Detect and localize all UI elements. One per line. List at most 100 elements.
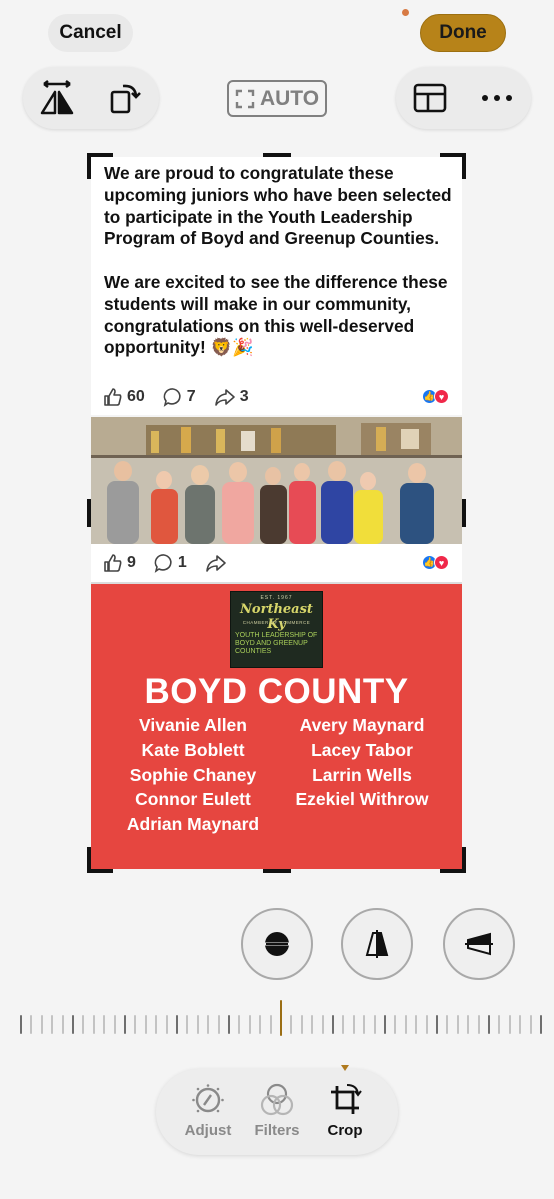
horizontal-perspective-icon — [465, 932, 493, 956]
crop-handle-right[interactable] — [462, 499, 466, 527]
dial-tick — [61, 1015, 64, 1034]
post1-comment-count: 7 — [186, 388, 196, 405]
county-title: BOYD COUNTY — [144, 672, 409, 711]
tab-filters-label: Filters — [254, 1122, 300, 1139]
dial-tick — [248, 1015, 251, 1034]
adjust-dial-icon — [192, 1084, 224, 1113]
vertical-perspective-icon — [365, 930, 389, 958]
share-icon — [214, 389, 235, 406]
dial-tick — [228, 1015, 230, 1034]
crop-rotate-icon — [331, 1084, 362, 1114]
horizontal-perspective-button[interactable] — [443, 908, 515, 980]
dial-tick — [332, 1015, 334, 1034]
dial-tick — [467, 1015, 470, 1034]
dial-tick — [217, 1015, 220, 1034]
dial-tick — [498, 1015, 501, 1034]
boyd-county-graphic: EST. 1967 Northeast Ky CHAMBER OF COMMER… — [91, 584, 462, 869]
crop-handle-top[interactable] — [263, 153, 291, 157]
dial-tick — [165, 1015, 168, 1034]
crop-handle-top-right[interactable] — [440, 153, 466, 179]
edit-mode-tabs: Adjust Filters Crop — [156, 1065, 398, 1155]
done-button[interactable]: Done — [420, 14, 506, 52]
auto-label: AUTO — [259, 86, 320, 110]
tab-adjust[interactable]: Adjust — [174, 1081, 242, 1139]
filters-icon — [260, 1083, 294, 1116]
rotation-dial[interactable] — [14, 1000, 542, 1048]
dial-tick — [394, 1015, 397, 1034]
vertical-perspective-button[interactable] — [341, 908, 413, 980]
flip-horizontal-icon[interactable] — [37, 78, 77, 118]
love-badge-icon: ♥ — [434, 389, 449, 404]
straighten-button[interactable] — [241, 908, 313, 980]
post-paragraph-1: We are proud to congratulate these upcom… — [104, 163, 452, 249]
post1-reaction-badges: 👍 ♥ — [422, 389, 449, 404]
dial-tick — [508, 1015, 511, 1034]
tab-adjust-label: Adjust — [184, 1122, 232, 1139]
tab-crop-label: Crop — [327, 1122, 363, 1139]
dial-tick — [529, 1015, 532, 1034]
auto-straighten-button[interactable]: AUTO — [227, 80, 327, 117]
crop-handle-top-left[interactable] — [87, 153, 113, 179]
chamber-logo: EST. 1967 Northeast Ky CHAMBER OF COMMER… — [230, 591, 323, 668]
love-badge-icon: ♥ — [434, 555, 449, 570]
more-options-icon[interactable] — [477, 78, 517, 118]
dial-tick — [186, 1015, 189, 1034]
dial-tick — [20, 1015, 22, 1034]
student-name: Adrian Maynard — [126, 814, 260, 835]
logo-title: Northeast Ky — [240, 602, 313, 632]
dial-tick — [51, 1015, 54, 1034]
post2-like-count: 9 — [127, 554, 136, 571]
dial-center-marker — [280, 1000, 282, 1036]
auto-frame-icon — [235, 89, 255, 108]
crop-handle-left[interactable] — [87, 499, 91, 527]
dial-tick — [352, 1015, 355, 1034]
group-photo — [91, 417, 462, 544]
dial-tick — [363, 1015, 366, 1034]
post2-reaction-badges: 👍 ♥ — [422, 555, 449, 570]
rotate-icon[interactable] — [105, 78, 145, 118]
post-paragraph-2: We are excited to see the difference the… — [104, 271, 448, 358]
cancel-button[interactable]: Cancel — [48, 14, 133, 52]
tab-crop[interactable]: Crop — [311, 1081, 379, 1139]
crop-handle-bottom-right[interactable] — [440, 847, 466, 873]
dial-tick — [425, 1015, 428, 1034]
crop-handle-bottom[interactable] — [263, 869, 291, 873]
crop-canvas[interactable]: We are proud to congratulate these upcom… — [87, 153, 466, 873]
dial-tick — [404, 1015, 407, 1034]
dial-tick — [176, 1015, 178, 1034]
dial-tick — [321, 1015, 324, 1034]
dial-tick — [124, 1015, 126, 1034]
dial-tick — [519, 1015, 522, 1034]
like-icon — [104, 554, 122, 572]
dial-tick — [103, 1015, 106, 1034]
dial-tick — [342, 1015, 345, 1034]
post2-reactions: 9 1 👍 ♥ — [91, 544, 462, 582]
dial-tick — [259, 1015, 262, 1034]
aspect-ratio-icon[interactable] — [410, 78, 450, 118]
dial-tick — [269, 1015, 272, 1034]
logo-est: EST. 1967 — [260, 595, 293, 601]
student-name: Connor Eulett — [135, 789, 251, 810]
student-name: Kate Boblett — [141, 739, 245, 760]
dial-tick — [40, 1015, 43, 1034]
names-left-column: Vivanie Allen Kate Boblett Sophie Chaney… — [108, 713, 278, 837]
post2-comment-count: 1 — [177, 554, 187, 571]
dial-tick — [207, 1015, 210, 1034]
dial-tick — [30, 1015, 33, 1034]
dial-tick — [373, 1015, 376, 1034]
dial-tick — [488, 1015, 490, 1034]
comment-icon — [154, 554, 172, 573]
dial-tick — [113, 1015, 116, 1034]
dial-tick — [238, 1015, 241, 1034]
share-icon — [206, 555, 226, 572]
facebook-post-text: We are proud to congratulate these upcom… — [91, 157, 462, 415]
comment-icon — [163, 388, 181, 407]
student-name: Sophie Chaney — [129, 764, 257, 785]
logo-description: YOUTH LEADERSHIP OF BOYD AND GREENUP COU… — [235, 632, 318, 655]
dial-tick — [477, 1015, 480, 1034]
crop-handle-bottom-left[interactable] — [87, 847, 113, 873]
recording-indicator-dot — [402, 9, 409, 16]
post1-share-count: 3 — [239, 388, 249, 405]
tab-filters[interactable]: Filters — [243, 1081, 311, 1139]
dial-tick — [155, 1015, 158, 1034]
